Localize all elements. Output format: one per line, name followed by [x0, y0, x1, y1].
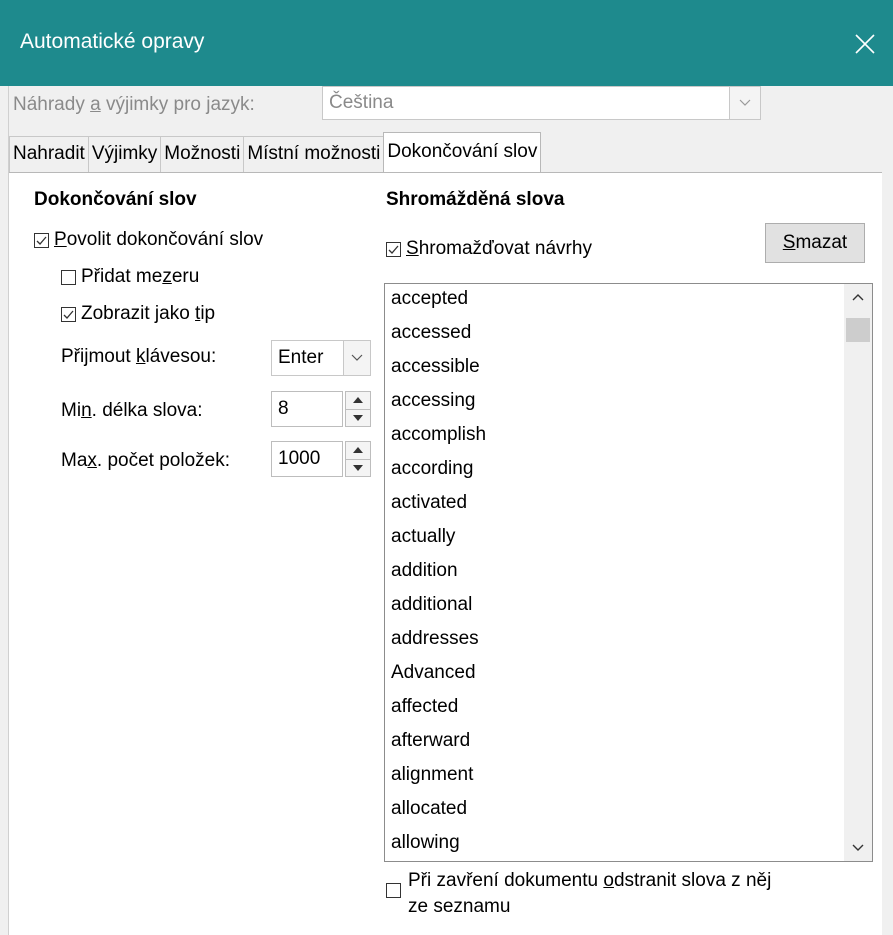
delete-button[interactable]: Smazat — [765, 223, 865, 263]
list-item[interactable]: Advanced — [391, 662, 476, 684]
language-label: Náhrady a výjimky pro jazyk: — [13, 94, 255, 115]
list-item[interactable]: allowing — [391, 832, 460, 854]
max-entries-label: Max. počet položek: — [61, 450, 230, 471]
accept-key-value: Enter — [278, 347, 324, 368]
list-item[interactable]: addition — [391, 560, 458, 582]
tab-localized-options[interactable]: Místní možnosti — [243, 136, 385, 172]
max-entries-spinner[interactable] — [345, 441, 371, 477]
collect-words-checkbox[interactable]: Shromažďovat návrhy — [386, 238, 592, 260]
checkmark-icon — [388, 245, 399, 254]
list-item[interactable]: alignment — [391, 764, 473, 786]
checkbox-box — [61, 269, 76, 285]
list-item[interactable]: according — [391, 458, 473, 480]
collect-words-label: Shromažďovat návrhy — [406, 238, 592, 259]
add-space-label: Přidat mezeru — [81, 266, 200, 287]
list-item[interactable]: allocated — [391, 798, 467, 820]
checkbox-box — [61, 306, 76, 322]
checkmark-icon — [63, 310, 74, 319]
checkbox-box — [34, 232, 49, 248]
add-space-checkbox[interactable]: Přidat mezeru — [61, 266, 199, 288]
tab-options[interactable]: Možnosti — [160, 136, 245, 172]
close-button[interactable] — [837, 14, 893, 74]
title-bar: Automatické opravy — [0, 0, 893, 86]
tab-bar: Nahradit Výjimky Možnosti Místní možnost… — [9, 132, 542, 172]
dialog-body: Náhrady a výjimky pro jazyk: Čeština Nah… — [8, 86, 893, 935]
chevron-down-icon — [351, 354, 363, 361]
accept-key-label: Přijmout klávesou: — [61, 346, 217, 367]
list-item[interactable]: affected — [391, 696, 458, 718]
tab-replace[interactable]: Nahradit — [9, 136, 89, 172]
min-length-spinner[interactable] — [345, 391, 371, 427]
enable-completion-checkbox[interactable]: Povolit dokončování slov — [34, 229, 263, 251]
spin-down-icon[interactable] — [346, 458, 370, 477]
remove-on-close-label: Při zavření dokumentu odstranit slova z … — [408, 870, 772, 917]
close-icon — [855, 34, 875, 54]
collected-words-list[interactable]: accepted accessed accessible accessing accom… — [384, 283, 873, 862]
language-dropdown-button[interactable] — [729, 87, 760, 119]
show-as-tip-checkbox[interactable]: Zobrazit jako tip — [61, 303, 215, 325]
list-item[interactable]: accessed — [391, 322, 471, 344]
min-length-input[interactable]: 8 — [271, 391, 343, 427]
word-list-scrollbar[interactable] — [844, 284, 872, 861]
max-entries-input[interactable]: 1000 — [271, 441, 343, 477]
spin-down-icon[interactable] — [346, 408, 370, 427]
accept-key-select[interactable]: Enter — [271, 340, 371, 376]
checkmark-icon — [36, 236, 47, 245]
delete-button-label: Smazat — [782, 232, 848, 253]
list-item[interactable]: actually — [391, 526, 455, 548]
max-entries-value: 1000 — [278, 448, 321, 469]
checkbox-box — [386, 241, 401, 257]
min-length-label: Min. délka slova: — [61, 400, 203, 421]
collected-words-heading: Shromážděná slova — [386, 189, 565, 210]
language-value: Čeština — [329, 92, 394, 113]
list-item[interactable]: accessible — [391, 356, 480, 378]
scroll-up-icon[interactable] — [844, 284, 872, 310]
scroll-thumb[interactable] — [846, 318, 870, 342]
list-item[interactable]: addresses — [391, 628, 479, 650]
list-item[interactable]: activated — [391, 492, 467, 514]
word-completion-panel: Dokončování slov Povolit dokončování slo… — [9, 172, 882, 935]
enable-completion-label: Povolit dokončování slov — [54, 229, 264, 250]
remove-on-close-checkbox[interactable]: Při zavření dokumentu odstranit slova z … — [386, 868, 771, 920]
list-item[interactable]: accomplish — [391, 424, 486, 446]
accept-key-dropdown-button[interactable] — [343, 341, 370, 375]
list-item[interactable]: additional — [391, 594, 472, 616]
list-item[interactable]: afterward — [391, 730, 470, 752]
window-title: Automatické opravy — [20, 30, 205, 53]
completion-heading: Dokončování slov — [34, 189, 197, 210]
spin-up-icon[interactable] — [346, 442, 370, 459]
spin-up-icon[interactable] — [346, 392, 370, 409]
checkbox-box — [386, 883, 401, 898]
chevron-down-icon — [739, 99, 751, 106]
show-as-tip-label: Zobrazit jako tip — [81, 303, 216, 324]
language-select[interactable]: Čeština — [322, 86, 761, 120]
list-item[interactable]: accessing — [391, 390, 476, 412]
min-length-value: 8 — [278, 398, 289, 419]
tab-exceptions[interactable]: Výjimky — [87, 136, 162, 172]
tab-word-completion[interactable]: Dokončování slov — [383, 132, 542, 172]
list-item[interactable]: accepted — [391, 288, 468, 310]
scroll-down-icon[interactable] — [844, 835, 872, 861]
